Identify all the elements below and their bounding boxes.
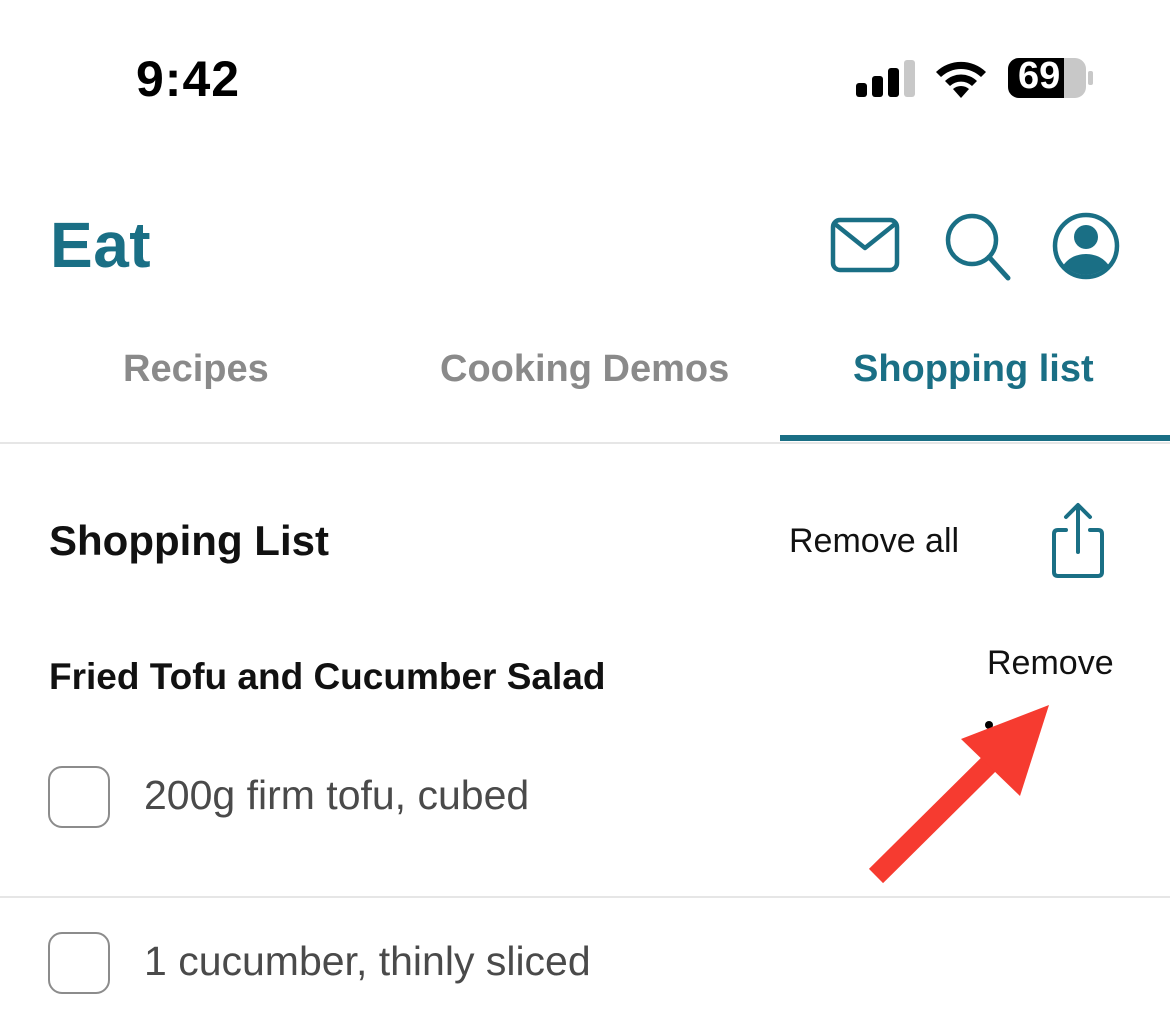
shopping-list-title: Shopping List <box>49 517 329 564</box>
item-checkbox[interactable] <box>48 932 110 994</box>
account-icon[interactable] <box>1050 210 1122 282</box>
remove-all-button[interactable]: Remove all <box>789 522 959 561</box>
battery-icon: 69 <box>1008 55 1094 99</box>
status-time: 9:42 <box>136 51 241 107</box>
tab-recipes[interactable]: Recipes <box>123 348 269 391</box>
app-title: Eat <box>50 209 152 281</box>
remove-recipe-button[interactable]: Remove <box>987 644 1114 683</box>
item-text: 1 cucumber, thinly sliced <box>144 938 591 984</box>
tab-cooking-demos[interactable]: Cooking Demos <box>440 348 729 391</box>
recipe-title: Fried Tofu and Cucumber Salad <box>49 656 606 697</box>
wifi-icon <box>936 61 986 98</box>
list-item: 200g firm tofu, cubed <box>0 750 1170 880</box>
tab-shopping-list[interactable]: Shopping list <box>853 348 1094 391</box>
active-tab-indicator <box>780 435 1170 441</box>
list-item: 1 cucumber, thinly sliced <box>0 896 1170 1013</box>
annotation-dot <box>985 721 993 729</box>
share-icon[interactable] <box>1048 500 1108 580</box>
mail-icon[interactable] <box>829 210 901 282</box>
item-checkbox[interactable] <box>48 766 110 828</box>
tab-bar: Recipes Cooking Demos Shopping list <box>0 330 1170 444</box>
battery-level: 69 <box>1018 55 1061 97</box>
item-text: 200g firm tofu, cubed <box>144 772 530 818</box>
search-icon[interactable] <box>942 210 1014 282</box>
cellular-signal-icon <box>856 60 915 97</box>
screen: 9:42 69 Eat Recipes Cooking Demos Shoppi… <box>0 0 1170 1013</box>
